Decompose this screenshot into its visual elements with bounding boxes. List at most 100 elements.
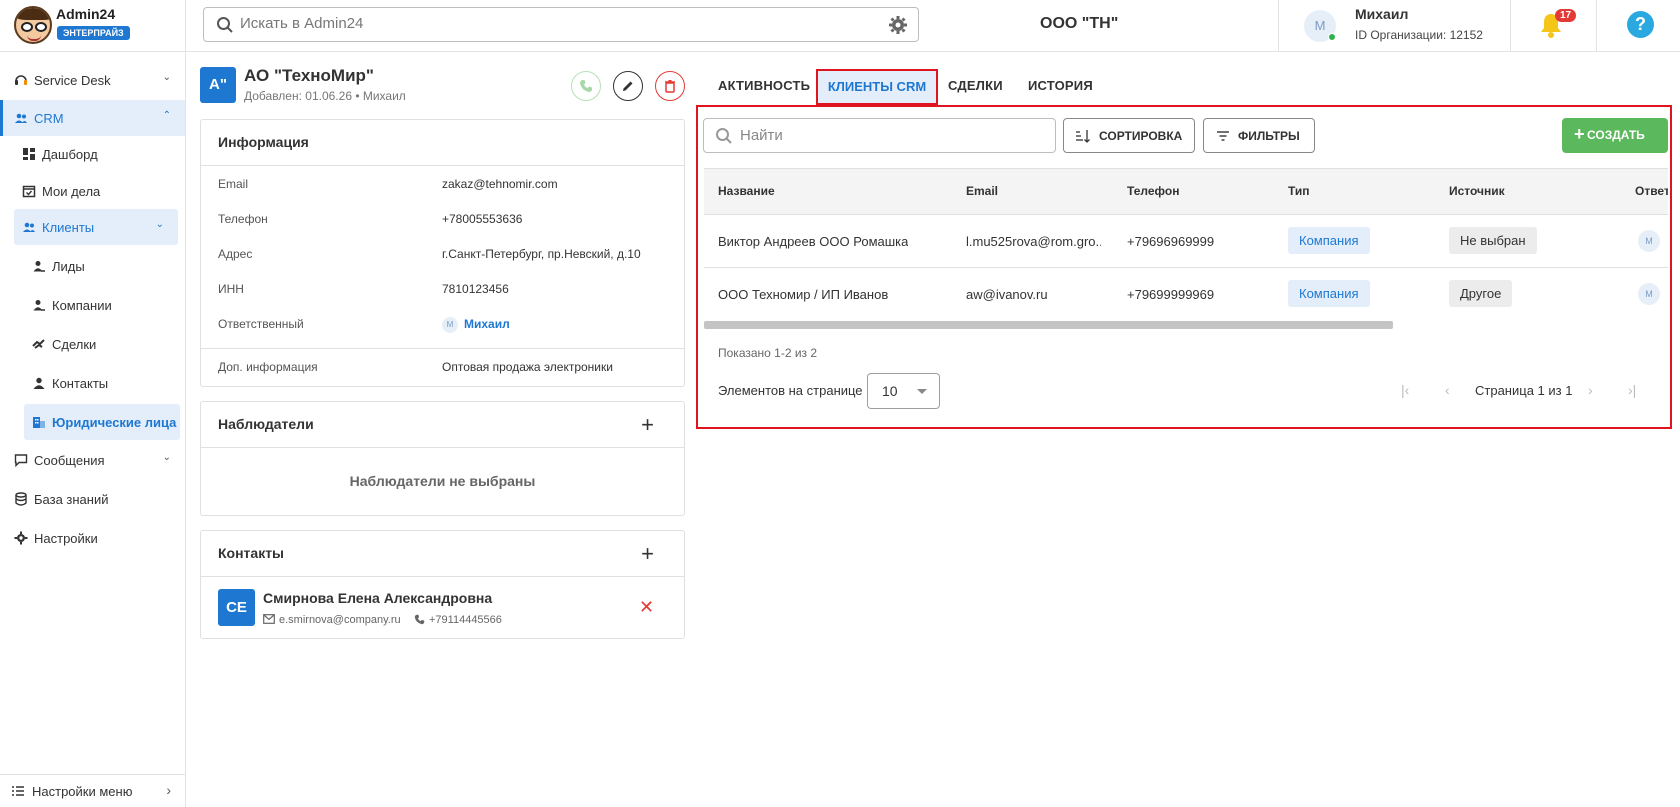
search-field[interactable] <box>703 118 1056 153</box>
sidebar-item-label: CRM <box>34 111 64 126</box>
sort-button[interactable]: СОРТИРОВКА <box>1063 118 1195 153</box>
table-row[interactable]: Виктор Андреев ООО Ромашка l.mu525rova@r… <box>704 216 1668 268</box>
last-page-icon[interactable]: ›| <box>1628 382 1636 398</box>
tab-deals[interactable]: СДЕЛКИ <box>948 78 1003 93</box>
contacts-card: Контакты + СЕ Смирнова Елена Александров… <box>200 530 685 639</box>
list-icon <box>12 786 24 796</box>
sidebar-item-legal-entities[interactable]: Юридические лица <box>24 404 180 440</box>
sidebar-item-messages[interactable]: Сообщения ⌄ <box>0 442 185 478</box>
search-input[interactable] <box>740 127 1040 144</box>
info-row-email: Email zakaz@tehnomir.com <box>218 177 558 191</box>
sidebar-item-dashboard[interactable]: Дашборд <box>0 136 185 172</box>
responsible-user[interactable]: М Михаил <box>442 317 510 333</box>
info-row-inn: ИНН 7810123456 <box>218 282 509 296</box>
calendar-check-icon <box>22 185 36 198</box>
organization-name[interactable]: ООО "ТН" <box>1040 15 1160 33</box>
responsible-name: Михаил <box>464 317 510 332</box>
edit-button[interactable] <box>613 71 643 101</box>
sidebar-item-settings[interactable]: Настройки <box>0 520 185 556</box>
create-button[interactable]: + СОЗДАТЬ <box>1562 118 1668 153</box>
search-icon <box>217 17 233 33</box>
delete-button[interactable] <box>655 71 685 101</box>
sidebar-item-deals[interactable]: Сделки <box>0 326 185 362</box>
cell-name[interactable]: Виктор Андреев ООО Ромашка <box>718 234 908 249</box>
sidebar-item-leads[interactable]: Лиды <box>0 248 185 284</box>
prev-page-icon[interactable]: ‹ <box>1445 382 1450 398</box>
plan-badge: ЭНТЕРПРАЙЗ <box>57 26 130 40</box>
observers-card: Наблюдатели + Наблюдатели не выбраны <box>200 401 685 516</box>
company-icon <box>33 300 45 311</box>
notifications-button[interactable]: 17 <box>1511 0 1597 52</box>
per-page-select[interactable]: 10 <box>867 373 940 409</box>
type-chip: Компания <box>1288 227 1370 254</box>
filter-button[interactable]: ФИЛЬТРЫ <box>1203 118 1315 153</box>
contact-email[interactable]: e.smirnova@company.ru <box>279 614 401 626</box>
top-header: Admin24 ЭНТЕРПРАЙЗ ООО "ТН" М Михаил ID … <box>0 0 1680 52</box>
entity-avatar: А" <box>200 67 236 103</box>
info-value[interactable]: +78005553636 <box>442 212 522 226</box>
sidebar-item-clients[interactable]: Клиенты ⌄ <box>14 209 178 245</box>
info-key: Ответственный <box>218 317 304 331</box>
type-chip: Компания <box>1288 280 1370 307</box>
sort-icon <box>1076 130 1090 143</box>
sidebar-item-knowledge-base[interactable]: База знаний <box>0 481 185 517</box>
sidebar-item-my-tasks[interactable]: Мои дела <box>0 173 185 209</box>
table-row[interactable]: ООО Техномир / ИП Иванов aw@ivanov.ru +7… <box>704 269 1668 320</box>
next-page-icon[interactable]: › <box>1588 382 1593 398</box>
help-button[interactable]: ? <box>1627 11 1654 38</box>
avatar: М <box>1638 230 1660 252</box>
tab-history[interactable]: ИСТОРИЯ <box>1028 78 1093 93</box>
contact-phone[interactable]: +79114445566 <box>429 614 502 626</box>
column-header-phone[interactable]: Телефон <box>1127 184 1179 198</box>
column-header-name[interactable]: Название <box>718 184 775 198</box>
filter-icon <box>1217 131 1229 141</box>
tab-crm-clients[interactable]: КЛИЕНТЫ CRM <box>816 69 938 105</box>
sidebar-item-label: Юридические лица <box>52 415 177 430</box>
users-icon <box>15 113 27 123</box>
contacts-card-title: Контакты <box>218 545 285 561</box>
user-profile[interactable]: М Михаил ID Организации: 12152 <box>1278 0 1511 52</box>
gear-icon[interactable] <box>888 15 908 35</box>
mail-icon <box>263 614 275 624</box>
info-value: 7810123456 <box>442 282 509 296</box>
phone-icon <box>414 614 425 625</box>
column-header-type[interactable]: Тип <box>1288 184 1310 198</box>
global-search-input[interactable] <box>240 15 840 32</box>
info-value[interactable]: zakaz@tehnomir.com <box>442 177 558 191</box>
cell-email: aw@ivanov.ru <box>966 287 1048 302</box>
cell-phone: +79699999969 <box>1127 287 1215 302</box>
cell-name[interactable]: ООО Техномир / ИП Иванов <box>718 287 888 302</box>
menu-settings-button[interactable]: Настройки меню › <box>0 774 185 807</box>
sidebar-item-label: Контакты <box>52 376 109 391</box>
sidebar-item-companies[interactable]: Компании <box>0 287 185 323</box>
cell-email: l.mu525rova@rom.gro... <box>966 234 1101 249</box>
sidebar-item-contacts[interactable]: Контакты <box>0 365 185 401</box>
divider <box>201 447 684 448</box>
divider <box>201 576 684 577</box>
info-card: Информация Email zakaz@tehnomir.com Теле… <box>200 119 685 387</box>
pencil-icon <box>623 81 633 91</box>
page-indicator: Страница 1 из 1 <box>1475 383 1573 398</box>
first-page-icon[interactable]: |‹ <box>1401 382 1409 398</box>
global-search[interactable] <box>203 7 919 42</box>
sidebar-item-service-desk[interactable]: Service Desk ⌄ <box>0 62 185 98</box>
contact-name[interactable]: Смирнова Елена Александровна <box>263 590 492 606</box>
chat-icon <box>14 454 28 467</box>
chevron-down-icon: ⌄ <box>162 452 171 463</box>
create-label: СОЗДАТЬ <box>1587 128 1645 142</box>
column-header-email[interactable]: Email <box>966 184 998 198</box>
column-header-owner[interactable]: Ответ <box>1635 184 1668 198</box>
add-observer-button[interactable]: + <box>641 414 654 436</box>
chevron-down-icon: ⌄ <box>155 219 164 230</box>
horizontal-scrollbar[interactable] <box>704 321 1393 329</box>
info-key: Адрес <box>218 247 253 261</box>
app-name: Admin24 <box>56 6 116 22</box>
sidebar-item-crm[interactable]: CRM ⌃ <box>0 100 185 136</box>
add-contact-button[interactable]: + <box>641 543 654 565</box>
logo-area[interactable]: Admin24 ЭНТЕРПРАЙЗ <box>0 0 186 52</box>
tab-activity[interactable]: АКТИВНОСТЬ <box>718 78 810 93</box>
remove-contact-icon[interactable]: ✕ <box>639 597 654 618</box>
call-button[interactable] <box>571 71 601 101</box>
column-header-source[interactable]: Источник <box>1449 184 1505 198</box>
sort-label: СОРТИРОВКА <box>1099 129 1183 143</box>
